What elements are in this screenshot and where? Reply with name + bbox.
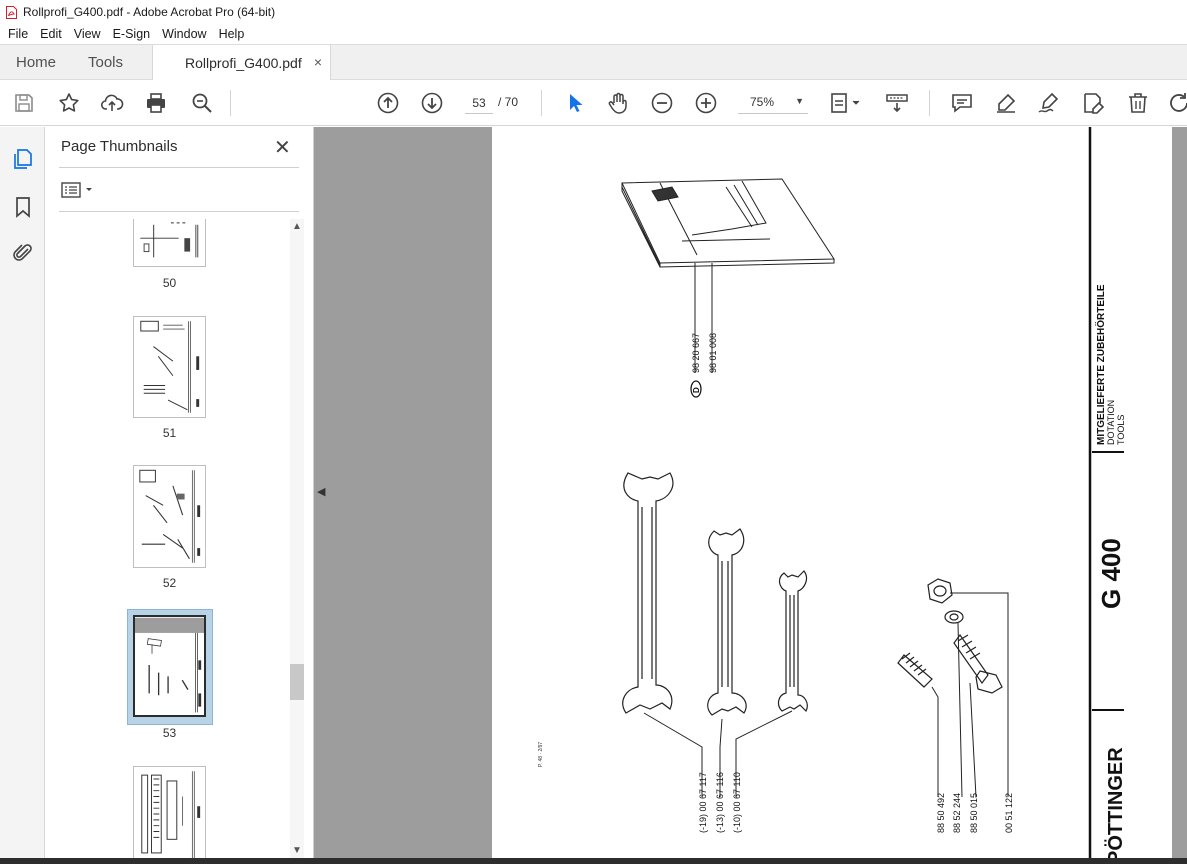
- comment-icon[interactable]: [950, 91, 974, 115]
- menu-view[interactable]: View: [68, 27, 107, 41]
- hand-icon[interactable]: [606, 91, 630, 115]
- edit-pdf-icon[interactable]: [1081, 91, 1105, 115]
- zoom-search-icon[interactable]: [190, 91, 214, 115]
- thumbnail-label-50: 50: [162, 276, 177, 290]
- scroll-up-icon[interactable]: ▲: [292, 221, 302, 232]
- language-marker: D: [692, 387, 701, 393]
- menu-esign[interactable]: E-Sign: [107, 27, 157, 41]
- zoom-level-select[interactable]: 75% ▼: [738, 92, 808, 114]
- document-viewport[interactable]: 98 20 667 98 01 008 D (-19) 00 67 117 (-…: [314, 127, 1187, 864]
- panel-title: Page Thumbnails: [61, 138, 178, 155]
- manual-book-illustration: [621, 178, 835, 268]
- part-number-wrench-19: (-19) 00 67 117: [698, 772, 708, 833]
- menu-help[interactable]: Help: [213, 27, 251, 41]
- page-down-icon[interactable]: [420, 91, 444, 115]
- highlight-pen-icon[interactable]: [994, 91, 1018, 115]
- section-sub-dotation: DOTATION: [1106, 400, 1116, 445]
- window-title: Rollprofi_G400.pdf - Adobe Acrobat Pro (…: [23, 5, 276, 19]
- select-arrow-icon[interactable]: [563, 91, 587, 115]
- tab-close-icon[interactable]: ×: [314, 54, 322, 70]
- title-bar: Rollprofi_G400.pdf - Adobe Acrobat Pro (…: [0, 0, 1187, 24]
- zoom-in-icon[interactable]: [694, 91, 718, 115]
- footer-code: P. 48 · 2/97: [538, 742, 544, 767]
- collapse-panel-icon[interactable]: ◀: [317, 485, 325, 498]
- wrenches-illustration: [622, 472, 808, 716]
- bookmark-icon[interactable]: [11, 195, 35, 219]
- menu-edit[interactable]: Edit: [34, 27, 68, 41]
- menu-window[interactable]: Window: [156, 27, 212, 41]
- thumbnail-label-51: 51: [162, 426, 177, 440]
- thumbnail-page-50[interactable]: [133, 219, 206, 267]
- sign-icon[interactable]: [1037, 91, 1061, 115]
- page-total: / 70: [498, 95, 519, 109]
- thumbnail-label-52: 52: [162, 576, 177, 590]
- zoom-level-value: 75%: [750, 95, 775, 109]
- panel-close-icon[interactable]: ✕: [274, 135, 291, 160]
- star-icon[interactable]: [57, 91, 81, 115]
- thumbnail-label-53: 53: [162, 726, 177, 740]
- save-icon[interactable]: [12, 91, 36, 115]
- chevron-down-icon: ▼: [795, 96, 804, 106]
- parts-drawing: 98 20 667 98 01 008 D (-19) 00 67 117 (-…: [538, 127, 1127, 864]
- part-number-wrench-13: (-13) 00 67 116: [715, 772, 725, 833]
- print-icon[interactable]: [144, 91, 168, 115]
- model-label: G 400: [1096, 538, 1126, 609]
- part-number-book-1: 98 20 667: [691, 333, 701, 373]
- thumbnail-options-button[interactable]: [61, 180, 97, 200]
- part-number-wrench-10: (-10) 00 67 110: [732, 772, 742, 833]
- menu-bar: File Edit View E-Sign Window Help: [0, 24, 1187, 44]
- scroll-down-icon[interactable]: ▼: [292, 845, 302, 856]
- thumbnail-scrollbar[interactable]: ▲ ▼: [290, 219, 304, 859]
- pdf-page: 98 20 667 98 01 008 D (-19) 00 67 117 (-…: [492, 127, 1172, 864]
- part-number-hw-4: 00 51 122: [1004, 793, 1014, 833]
- page-up-icon[interactable]: [376, 91, 400, 115]
- tab-document-label: Rollprofi_G400.pdf: [185, 55, 302, 71]
- zoom-out-icon[interactable]: [650, 91, 674, 115]
- scrollbar-thumb[interactable]: [290, 664, 304, 700]
- page-fit-icon[interactable]: [829, 91, 863, 115]
- thumbnail-page-53[interactable]: [133, 615, 206, 717]
- brand-logo-text: PÖTTINGER: [1104, 747, 1127, 864]
- tab-tools[interactable]: Tools: [88, 45, 123, 80]
- page-thumbnails-panel: Page Thumbnails ✕ 50 51 52 53 ▲ ▼: [45, 127, 314, 864]
- bottom-edge: [0, 858, 1187, 864]
- hardware-illustration: [897, 578, 1003, 694]
- upload-icon[interactable]: [100, 91, 124, 115]
- section-sub-tools: TOOLS: [1116, 415, 1126, 445]
- delete-icon[interactable]: [1126, 91, 1150, 115]
- part-number-hw-1: 88 50 492: [936, 793, 946, 833]
- page-number-input[interactable]: [465, 92, 493, 114]
- attachment-icon[interactable]: [11, 241, 35, 265]
- thumbnail-page-54[interactable]: [133, 766, 206, 864]
- rotate-icon[interactable]: [1167, 91, 1187, 115]
- tab-home[interactable]: Home: [16, 45, 56, 80]
- part-number-book-2: 98 01 008: [708, 333, 718, 373]
- thumbnail-page-51[interactable]: [133, 316, 206, 418]
- tab-bar: Home Tools Rollprofi_G400.pdf ×: [0, 44, 1187, 81]
- page-thumbnails-icon[interactable]: [11, 147, 35, 171]
- scroll-mode-icon[interactable]: [885, 91, 909, 115]
- main-toolbar: / 70 75% ▼: [0, 80, 1187, 126]
- tab-document[interactable]: Rollprofi_G400.pdf ×: [152, 45, 331, 81]
- part-number-hw-3: 88 50 015: [969, 793, 979, 833]
- thumbnail-page-52[interactable]: [133, 465, 206, 568]
- menu-file[interactable]: File: [2, 27, 34, 41]
- acrobat-pdf-icon: [6, 5, 17, 19]
- left-navigation-rail: [0, 127, 45, 864]
- part-number-hw-2: 88 52 244: [952, 793, 962, 833]
